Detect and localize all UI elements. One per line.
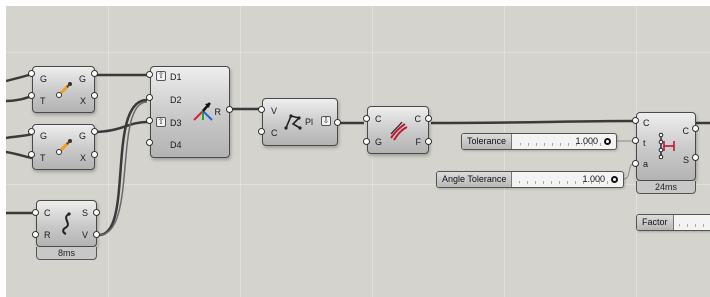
input-t: t	[643, 138, 646, 148]
output-x: X	[79, 96, 86, 106]
sub-curve-timer: 8ms	[36, 247, 97, 260]
input-c: C	[375, 114, 382, 124]
evaluate-icon	[55, 82, 72, 99]
input-d3: D3	[170, 118, 182, 128]
input-grip[interactable]	[32, 209, 39, 216]
input-grip[interactable]	[32, 231, 39, 238]
output-grip[interactable]	[91, 70, 98, 77]
angle-tolerance-value: 1.000	[582, 174, 605, 184]
input-v: V	[271, 106, 278, 116]
angle-tolerance-label: Angle Tolerance	[437, 172, 513, 187]
output-grip[interactable]	[91, 92, 98, 99]
simplify-timer: 24ms	[636, 181, 696, 194]
input-a: a	[643, 159, 649, 169]
output-grip[interactable]	[425, 115, 432, 122]
output-v: V	[81, 230, 88, 240]
input-grip[interactable]	[146, 139, 153, 146]
angle-tolerance-slider[interactable]: Angle Tolerance 1.000	[436, 171, 624, 188]
input-g: G	[40, 74, 48, 84]
input-grip[interactable]	[146, 94, 153, 101]
evaluate-icon	[55, 139, 72, 156]
merge-icon	[193, 102, 213, 121]
input-d1: D1	[170, 72, 182, 82]
output-grip[interactable]	[93, 209, 100, 216]
wire	[623, 163, 634, 180]
output-grip[interactable]	[226, 106, 233, 113]
sub-curve-icon	[62, 212, 71, 235]
simplify-curve-component[interactable]: C t a C S	[636, 112, 696, 181]
output-x: X	[79, 153, 86, 163]
input-grip[interactable]	[632, 117, 639, 124]
wire	[6, 132, 33, 140]
output-grip[interactable]	[692, 125, 699, 132]
input-r: R	[44, 230, 51, 240]
input-grip[interactable]	[258, 128, 265, 135]
output-grip[interactable]	[91, 151, 98, 158]
input-c: C	[271, 128, 278, 138]
input-t: T	[40, 153, 46, 163]
output-r: R	[214, 107, 222, 117]
tolerance-label: Tolerance	[462, 134, 513, 149]
input-d4: D4	[170, 140, 182, 150]
output-grip[interactable]	[93, 231, 100, 238]
input-grip[interactable]	[363, 138, 370, 145]
output-g: G	[78, 131, 86, 141]
output-c: C	[414, 114, 422, 124]
factor-slider[interactable]: Factor	[636, 214, 710, 231]
wires-layer	[6, 72, 710, 237]
evaluate-curve-component-1[interactable]: G T G X	[32, 66, 95, 113]
wire	[98, 98, 148, 237]
input-grip[interactable]	[28, 92, 35, 99]
tolerance-knob[interactable]	[604, 138, 611, 145]
expand-arrow-d3[interactable]: ⇧	[156, 117, 166, 127]
sub-curve-component[interactable]: C R S V	[36, 200, 97, 247]
input-g: G	[40, 131, 48, 141]
tolerance-slider[interactable]: Tolerance 1.000	[461, 133, 617, 150]
polyline-component[interactable]: V C Pl ⇩	[262, 98, 338, 146]
expand-arrow-d1[interactable]: ⇧	[156, 71, 166, 81]
input-c: C	[643, 118, 650, 128]
input-grip[interactable]	[28, 151, 35, 158]
tolerance-value: 1.000	[575, 136, 598, 146]
output-g: G	[78, 74, 86, 84]
input-g: G	[375, 137, 383, 147]
simplify-icon	[658, 132, 675, 160]
output-s: S	[682, 155, 689, 165]
output-s: S	[81, 208, 88, 218]
fillet-component[interactable]: C G C F	[367, 106, 429, 154]
output-grip[interactable]	[91, 128, 98, 135]
wire	[92, 120, 148, 134]
input-c: C	[44, 208, 51, 218]
polyline-arrow-button[interactable]: ⇩	[321, 116, 331, 126]
output-c: C	[682, 126, 690, 136]
output-grip[interactable]	[334, 119, 341, 126]
input-t: T	[40, 96, 46, 106]
output-grip[interactable]	[692, 154, 699, 161]
wire	[430, 119, 634, 125]
input-grip[interactable]	[146, 117, 153, 124]
factor-label: Factor	[637, 215, 674, 230]
input-grip[interactable]	[146, 71, 153, 78]
input-grip[interactable]	[632, 137, 639, 144]
factor-track[interactable]	[679, 218, 710, 227]
fillet-icon	[390, 121, 408, 141]
input-grip[interactable]	[258, 106, 265, 113]
polyline-icon	[284, 114, 302, 130]
output-pl: Pl	[305, 117, 314, 127]
output-grip[interactable]	[425, 138, 432, 145]
input-d2: D2	[170, 95, 182, 105]
evaluate-curve-component-2[interactable]: G T G X	[32, 124, 95, 170]
input-grip[interactable]	[28, 70, 35, 77]
input-grip[interactable]	[363, 115, 370, 122]
merge-component[interactable]: ⇧ D1 D2 ⇧ D3 D4 R	[150, 66, 230, 158]
input-grip[interactable]	[28, 128, 35, 135]
grasshopper-canvas[interactable]: G T G X G T G X C R S V 8ms ⇧ D1 D2 ⇧ D3…	[6, 6, 710, 297]
input-grip[interactable]	[632, 160, 639, 167]
output-f: F	[415, 137, 422, 147]
angle-tolerance-knob[interactable]	[611, 176, 618, 183]
